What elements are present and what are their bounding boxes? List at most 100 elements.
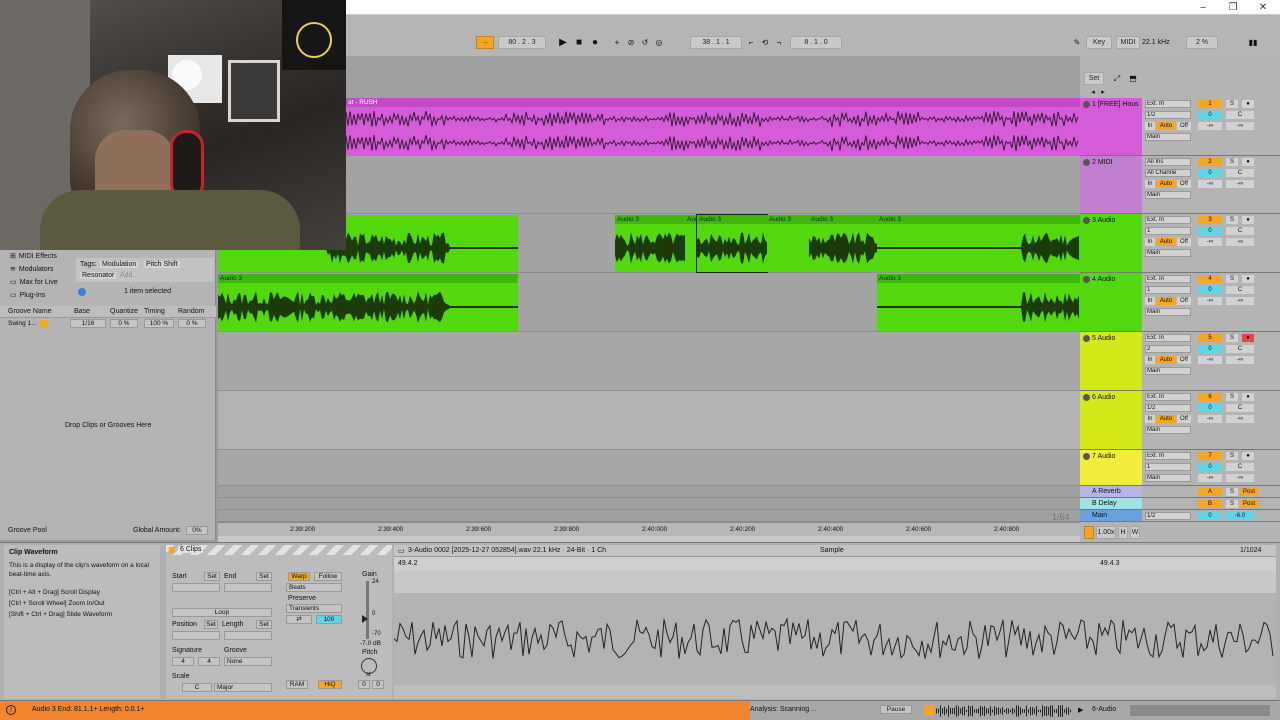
send-a[interactable]: -∞ (1198, 474, 1222, 482)
input-channel-select[interactable]: All Channe (1145, 169, 1191, 177)
global-amount-field[interactable]: 0% (186, 526, 208, 535)
input-type-select[interactable]: Ext. In (1145, 100, 1191, 108)
track-lane-4[interactable]: Audio 3 Audio 3 (218, 273, 1080, 332)
input-channel-select[interactable]: 1/2 (1145, 111, 1191, 119)
return-activator[interactable]: A (1198, 488, 1222, 496)
tag-chip[interactable]: Modulation (100, 261, 139, 268)
punch-in-icon[interactable]: ⌐ (744, 36, 758, 49)
fold-icon[interactable] (1083, 276, 1090, 283)
close-button[interactable]: ✕ (1248, 1, 1278, 14)
volume-field[interactable]: 0 (1198, 169, 1222, 177)
audio-clip[interactable]: Audio 3 (877, 215, 1080, 272)
arm-button[interactable]: ● (1242, 334, 1254, 342)
solo-button[interactable]: S (1226, 334, 1238, 342)
input-channel-select[interactable]: 1/2 (1145, 404, 1191, 412)
output-select[interactable]: Main (1145, 133, 1191, 141)
volume-field[interactable]: 0 (1198, 286, 1222, 294)
loop-button[interactable]: Loop (172, 608, 272, 617)
return-activator[interactable]: B (1198, 500, 1222, 508)
input-channel-select[interactable]: 2 (1145, 345, 1191, 353)
return-header[interactable]: B Delay (1080, 498, 1142, 510)
send-b[interactable]: -∞ (1226, 238, 1254, 246)
arrange-loop-icon[interactable] (1084, 526, 1094, 539)
pan-field[interactable]: C (1226, 111, 1254, 119)
start-field[interactable] (172, 583, 220, 592)
hiq-button[interactable]: HiQ (318, 680, 342, 689)
return-lane-a[interactable] (218, 486, 1080, 498)
input-type-select[interactable]: Ext. In (1145, 275, 1191, 283)
send-a[interactable]: -∞ (1198, 122, 1222, 130)
input-channel-select[interactable]: 1 (1145, 286, 1191, 294)
input-type-select[interactable]: Ext. In (1145, 393, 1191, 401)
end-field[interactable] (224, 583, 272, 592)
monitor-off[interactable]: Off (1177, 122, 1191, 130)
monitor-in[interactable]: In (1145, 238, 1155, 246)
track-activator[interactable]: 7 (1198, 452, 1222, 460)
monitor-auto[interactable]: Auto (1156, 180, 1176, 188)
automation-arm-icon[interactable]: ⊘ (624, 36, 638, 49)
input-channel-select[interactable]: 1 (1145, 227, 1191, 235)
send-b[interactable]: -∞ (1226, 356, 1254, 364)
post-button[interactable]: Post (1240, 488, 1258, 496)
fold-icon[interactable] (1083, 394, 1090, 401)
record-icon[interactable]: ● (588, 36, 602, 49)
output-select[interactable]: Main (1145, 426, 1191, 434)
zoom-button[interactable]: 1.00x (1096, 526, 1116, 539)
volume-field[interactable]: 0 (1198, 345, 1222, 353)
signature-denominator[interactable]: 4 (198, 657, 220, 666)
expand-icon[interactable]: ⤢ (1110, 72, 1124, 85)
solo-button[interactable]: S (1226, 275, 1238, 283)
sample-waveform-area[interactable] (393, 593, 1276, 685)
h-toggle[interactable]: H (1118, 526, 1128, 539)
position-set-button[interactable]: Set (204, 620, 218, 629)
monitor-in[interactable]: In (1145, 180, 1155, 188)
send-b[interactable]: -∞ (1226, 180, 1254, 188)
fold-icon[interactable] (1083, 159, 1090, 166)
monitor-in[interactable]: In (1145, 122, 1155, 130)
main-volume[interactable]: 0 (1198, 512, 1222, 520)
solo-button[interactable]: S (1226, 100, 1238, 108)
position-field[interactable] (172, 631, 220, 640)
gain-slider[interactable] (366, 581, 369, 639)
monitor-off[interactable]: Off (1177, 356, 1191, 364)
input-type-select[interactable]: All Ins (1145, 158, 1191, 166)
loop-start[interactable]: 38 . 1 . 1 (690, 36, 742, 49)
audio-clip[interactable]: Audio 3 (615, 215, 685, 272)
send-a[interactable]: -∞ (1198, 356, 1222, 364)
solo-button[interactable]: S (1226, 393, 1238, 401)
volume-field[interactable]: 0 (1198, 463, 1222, 471)
post-button[interactable]: Post (1240, 500, 1258, 508)
audio-clip[interactable]: Audio 3 (218, 274, 518, 331)
solo-button[interactable]: S (1226, 158, 1238, 166)
hot-swap-icon[interactable] (40, 320, 48, 327)
pan-field[interactable]: C (1226, 169, 1254, 177)
preserve-select[interactable]: Transients (286, 604, 342, 613)
pan-field[interactable]: C (1226, 227, 1254, 235)
input-channel-select[interactable]: 1 (1145, 463, 1191, 471)
monitor-off[interactable]: Off (1177, 180, 1191, 188)
output-select[interactable]: Main (1145, 249, 1191, 257)
audio-clip[interactable]: Audio 3 (809, 215, 877, 272)
audio-clip[interactable]: at - RUSH (346, 98, 1080, 155)
output-select[interactable]: Main (1145, 367, 1191, 375)
pan-field[interactable]: C (1226, 345, 1254, 353)
length-field[interactable] (224, 631, 272, 640)
sample-tab[interactable]: Sample (820, 547, 844, 554)
browser-item[interactable]: ⊞ MIDI Effects (10, 252, 57, 261)
groove-row[interactable]: Swing 1... 1/16 0 % 100 % 0 % (0, 319, 216, 329)
browser-item[interactable]: ▭ Max for Live (10, 278, 58, 287)
monitor-in[interactable]: In (1145, 356, 1155, 364)
time-ruler[interactable]: 2:39:200 2:39:400 2:39:600 2:39:800 2:40:000… (218, 522, 1080, 536)
monitor-auto[interactable]: Auto (1156, 238, 1176, 246)
warp-mode-select[interactable]: Beats (286, 583, 342, 592)
fold-icon[interactable] (1083, 217, 1090, 224)
browser-item[interactable]: ≋ Modulators (10, 265, 54, 274)
track-activator[interactable]: 3 (1198, 216, 1222, 224)
input-type-select[interactable]: Ext. In (1145, 452, 1191, 460)
audio-clip[interactable]: Aud (685, 215, 697, 272)
track-header-4[interactable]: 4 Audio (1080, 273, 1142, 332)
track-header-1[interactable]: 1 [FREE] Hous (1080, 98, 1142, 156)
start-set-button[interactable]: Set (204, 572, 220, 581)
track-lane-3[interactable]: Audio 3 Aud Audio 3 Audio 3 Audio 3 Audi… (218, 214, 1080, 273)
return-header[interactable]: A Reverb (1080, 486, 1142, 498)
